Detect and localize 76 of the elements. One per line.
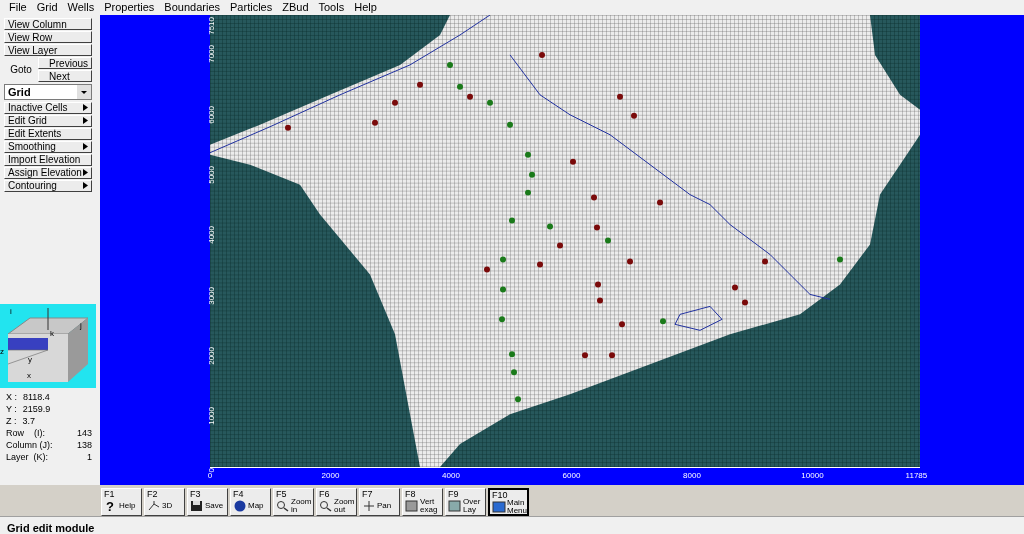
- y-axis-label: 4000: [208, 226, 216, 245]
- coordinate-value: 2159.9: [22, 403, 51, 416]
- function-key-icon: [448, 499, 462, 512]
- tool-button[interactable]: Import Elevation: [4, 153, 92, 166]
- menu-item[interactable]: Help: [349, 1, 382, 14]
- function-key-button[interactable]: F2 3D: [144, 487, 185, 516]
- function-key-button[interactable]: F10 Main Menu: [488, 487, 529, 516]
- coordinate-value: 8118.4: [23, 391, 50, 404]
- tool-button[interactable]: Contouring: [4, 179, 92, 192]
- function-key-button[interactable]: F1 ? Help: [101, 487, 142, 516]
- menu-item[interactable]: ZBud: [277, 1, 314, 14]
- index-value: 138: [76, 439, 92, 452]
- function-key-button[interactable]: F9 Over Lay: [445, 487, 486, 516]
- previous-button[interactable]: Previous: [38, 56, 92, 69]
- y-axis-label: 2000: [208, 346, 216, 365]
- coordinate-label: Z :: [6, 415, 17, 428]
- view-button[interactable]: View Column: [4, 17, 92, 30]
- index-label: Layer (K):: [6, 451, 48, 464]
- function-key-button[interactable]: F3 Save: [187, 487, 228, 516]
- function-key-icon: [190, 499, 204, 512]
- menu-item[interactable]: Grid: [31, 1, 63, 14]
- x-axis-label: 10000: [801, 470, 824, 480]
- function-key-icon: [362, 499, 376, 512]
- function-key-button[interactable]: F5 Zoom in: [273, 487, 314, 516]
- function-key-icon: ?: [104, 499, 118, 512]
- index-label: Column (J):: [6, 439, 53, 452]
- y-axis-label: 3000: [208, 286, 216, 305]
- index-value: 1: [87, 451, 92, 464]
- function-key-button[interactable]: F7 Pan: [359, 487, 400, 516]
- x-axis-label: 4000: [442, 470, 460, 480]
- coordinate-label: Y :: [6, 403, 17, 416]
- menu-item[interactable]: Boundaries: [159, 1, 225, 14]
- y-axis-label: 7510: [208, 16, 216, 35]
- menu-item[interactable]: File: [4, 1, 32, 14]
- index-value: 143: [76, 427, 92, 440]
- function-key-icon: [147, 499, 161, 512]
- function-key-icon: [319, 499, 333, 512]
- mode-dropdown[interactable]: Grid: [4, 83, 92, 100]
- tool-button[interactable]: Assign Elevation: [4, 166, 92, 179]
- menu-item[interactable]: Properties: [99, 1, 160, 14]
- tool-button[interactable]: Edit Grid: [4, 114, 92, 127]
- x-axis-label: 11785: [905, 470, 928, 480]
- function-key-icon: [233, 499, 247, 512]
- function-key-icon: [405, 499, 419, 512]
- axis-letter-label: x: [27, 370, 31, 380]
- axis-letter-label: z: [0, 346, 4, 356]
- function-key-icon: [492, 500, 506, 513]
- x-axis-label: 8000: [683, 470, 701, 480]
- menu-item[interactable]: Wells: [62, 1, 100, 14]
- axis-letter-label: k: [50, 328, 54, 338]
- function-key-button[interactable]: F8 Vert exag: [402, 487, 443, 516]
- status-text: Grid edit module: [7, 522, 95, 534]
- x-axis-label: 6000: [562, 470, 581, 480]
- y-axis-label: 7000: [208, 45, 216, 64]
- axis-letter-label: i: [10, 306, 12, 316]
- function-key-icon: [276, 499, 290, 512]
- coordinate-value: 3.7: [22, 415, 35, 428]
- index-label: Row (I):: [6, 427, 45, 440]
- y-axis-label: 6000: [208, 105, 216, 124]
- function-key-button[interactable]: F6 Zoom out: [316, 487, 357, 516]
- x-axis-label: 2000: [321, 470, 340, 480]
- view-button[interactable]: View Row: [4, 30, 92, 43]
- axis-letter-label: j: [80, 320, 82, 330]
- coordinate-label: X :: [6, 391, 17, 404]
- menu-item[interactable]: Particles: [225, 1, 278, 14]
- tool-button[interactable]: Inactive Cells: [4, 101, 92, 114]
- menu-item[interactable]: Tools: [313, 1, 350, 14]
- axis-letter-label: y: [28, 354, 32, 364]
- y-axis-label: 0: [208, 467, 216, 472]
- tool-button[interactable]: Smoothing: [4, 140, 92, 153]
- next-button[interactable]: Next: [38, 69, 92, 82]
- function-key-button[interactable]: F4 Map: [230, 487, 271, 516]
- tool-button[interactable]: Edit Extents: [4, 127, 92, 140]
- view-button[interactable]: View Layer: [4, 43, 92, 56]
- y-axis-label: 5000: [208, 165, 216, 184]
- y-axis-label: 1000: [208, 407, 216, 425]
